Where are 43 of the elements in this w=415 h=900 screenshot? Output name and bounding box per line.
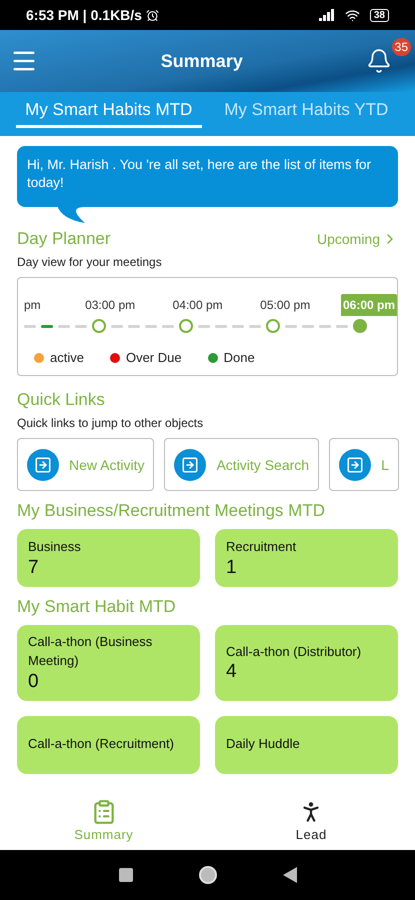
stat-label: Call-a-thon (Distributor) — [226, 642, 362, 661]
notification-count: 35 — [392, 38, 411, 56]
stat-card[interactable]: Business 7 — [17, 529, 200, 588]
time-label: 04:00 pm — [172, 297, 224, 314]
legend-label: Over Due — [126, 350, 182, 366]
screen-title: Summary — [160, 50, 244, 72]
section-title: Day Planner — [17, 229, 111, 250]
section-subtitle: Quick links to jump to other objects — [17, 416, 204, 430]
legend-label: Done — [224, 350, 255, 366]
signal-icon — [318, 9, 335, 21]
time-label: pm — [23, 297, 42, 314]
stat-label: Call-a-thon (Recruitment) — [28, 735, 175, 754]
stat-value: 7 — [28, 556, 40, 579]
stat-label: Daily Huddle — [226, 735, 301, 754]
stat-card[interactable]: Recruitment 1 — [215, 529, 398, 588]
stat-card[interactable]: Call-a-thon (Distributor) 4 — [215, 625, 398, 701]
notification-bell-icon[interactable] — [366, 48, 392, 74]
stat-value: 4 — [226, 661, 238, 684]
recents-icon[interactable] — [118, 868, 132, 882]
time-label: 05:00 pm — [259, 297, 312, 314]
stat-value: 0 — [28, 670, 40, 693]
home-icon[interactable] — [198, 865, 218, 885]
section-title: Quick Links — [17, 390, 106, 410]
stat-card[interactable]: Call-a-thon (Business Meeting) 0 — [17, 625, 200, 701]
stat-label: Call-a-thon (Business Meeting) — [28, 633, 154, 670]
stat-label: Business — [28, 538, 82, 556]
alarm-icon — [146, 8, 159, 22]
battery-level: 38 — [370, 8, 389, 22]
greeting-text: Hi, Mr. Harish . You 're all set, here are the list of items for today! — [27, 157, 371, 190]
stat-value: 1 — [226, 556, 238, 579]
section-subtitle: Day view for your meetings — [17, 255, 163, 270]
stat-label: Recruitment — [226, 538, 298, 556]
back-icon[interactable] — [282, 867, 296, 883]
stat-card[interactable]: Call-a-thon (Recruitment) — [17, 716, 200, 774]
time-label: 03:00 pm — [84, 297, 136, 314]
section-title: My Business/Recruitment Meetings MTD — [17, 501, 326, 522]
wifi-icon — [344, 8, 360, 22]
legend-label: active — [50, 350, 84, 366]
status-time: 6:53 PM | 0.1KB/s — [26, 7, 142, 23]
nav-tab[interactable]: Lead — [208, 790, 415, 850]
time-label: 06:00 pm — [340, 294, 397, 316]
stat-card[interactable]: Daily Huddle — [215, 716, 398, 774]
section-title: My Smart Habit MTD — [17, 597, 177, 618]
